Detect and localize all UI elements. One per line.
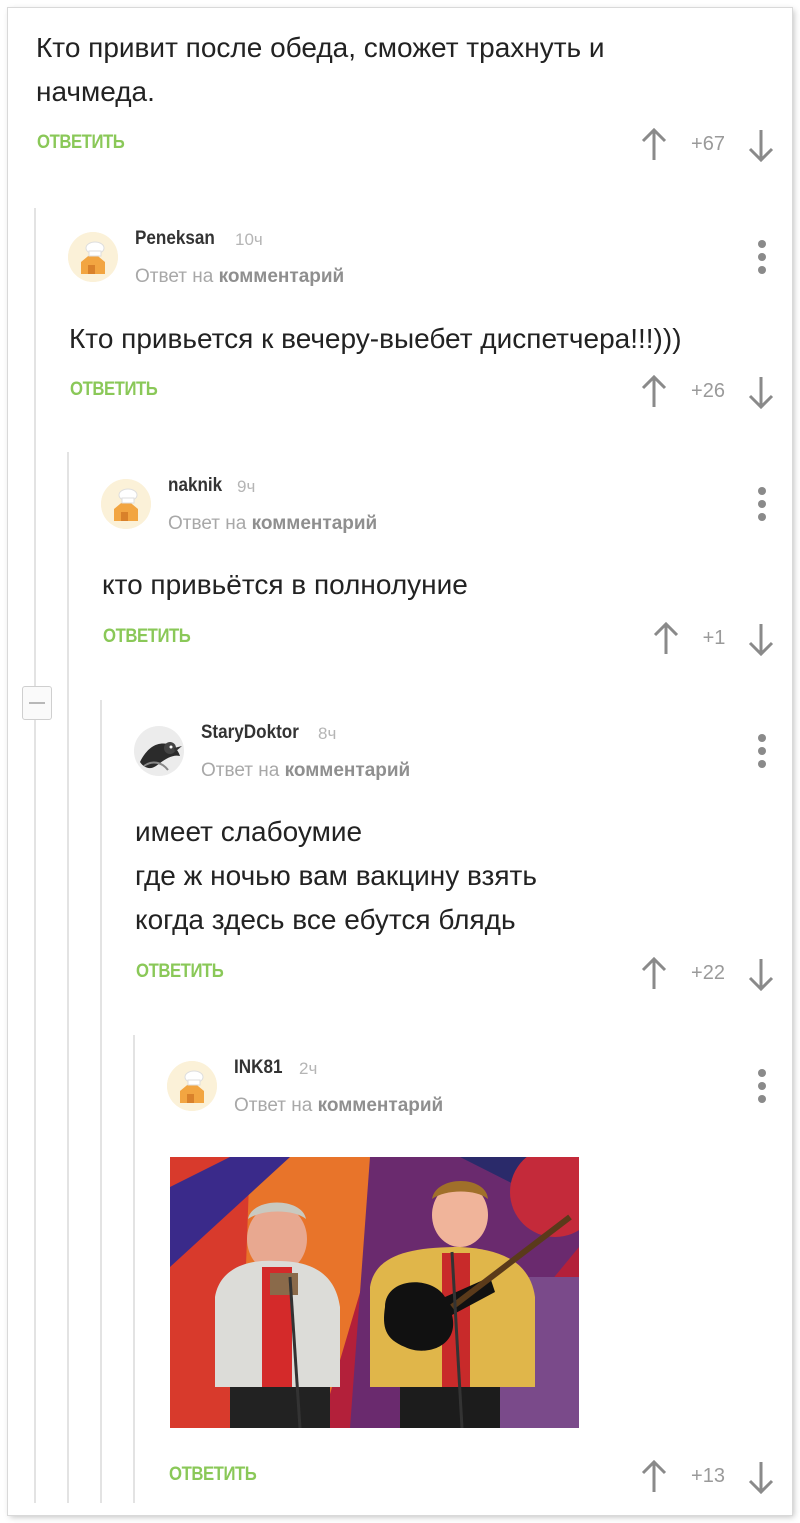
reply-to-info: Ответ на комментарий [135, 266, 344, 288]
reply-to-prefix: Ответ на [201, 760, 280, 781]
reply-to-info: Ответ на комментарий [234, 1095, 443, 1117]
downvote-arrow-icon[interactable] [748, 128, 774, 162]
downvote-arrow-icon[interactable] [748, 1460, 774, 1494]
upvote-arrow-icon[interactable] [641, 957, 667, 991]
comment-time: 10ч [235, 230, 263, 249]
reply-to-prefix: Ответ на [234, 1095, 313, 1116]
thread-line-level-1[interactable] [34, 208, 36, 1503]
username[interactable]: naknik [168, 475, 222, 497]
upvote-arrow-icon[interactable] [641, 128, 667, 162]
downvote-arrow-icon[interactable] [748, 622, 774, 656]
reply-button[interactable]: ОТВЕТИТЬ [136, 961, 224, 983]
comment-time: 2ч [299, 1059, 318, 1078]
rating-score: +22 [691, 962, 725, 984]
comment-text: кто привьётся в полнолуние [102, 569, 468, 600]
upvote-arrow-icon[interactable] [653, 622, 679, 656]
reply-to-prefix: Ответ на [135, 266, 214, 287]
reply-to-link[interactable]: комментарий [285, 760, 411, 781]
upvote-arrow-icon[interactable] [641, 1460, 667, 1494]
username[interactable]: Peneksan [135, 228, 215, 250]
thread-line-level-2[interactable] [67, 452, 69, 1503]
avatar[interactable] [134, 726, 184, 776]
rating-score: +1 [702, 627, 726, 649]
collapse-thread-icon[interactable] [22, 686, 52, 720]
reply-button[interactable]: ОТВЕТИТЬ [37, 132, 125, 154]
rating-score: +67 [691, 133, 725, 155]
avatar[interactable] [68, 232, 118, 282]
comment-text: имеет слабоумие где ж ночью вам вакцину … [135, 816, 537, 935]
comment-text: Кто привит после обеда, сможет трахнуть … [36, 32, 605, 107]
upvote-arrow-icon[interactable] [641, 375, 667, 409]
reply-button[interactable]: ОТВЕТИТЬ [169, 1464, 257, 1486]
thread-line-level-4[interactable] [133, 1035, 135, 1503]
comment-time: 8ч [318, 724, 337, 743]
thread-line-level-3[interactable] [100, 700, 102, 1503]
downvote-arrow-icon[interactable] [748, 957, 774, 991]
reply-button[interactable]: ОТВЕТИТЬ [70, 379, 158, 401]
avatar[interactable] [101, 479, 151, 529]
reply-to-link[interactable]: комментарий [252, 513, 378, 534]
reply-button[interactable]: ОТВЕТИТЬ [103, 626, 191, 648]
reply-to-link[interactable]: комментарий [318, 1095, 444, 1116]
reply-to-info: Ответ на комментарий [201, 760, 410, 782]
more-options-icon[interactable] [757, 1069, 767, 1103]
more-options-icon[interactable] [757, 487, 767, 521]
more-options-icon[interactable] [757, 734, 767, 768]
reply-to-prefix: Ответ на [168, 513, 247, 534]
more-options-icon[interactable] [757, 240, 767, 274]
comment-image[interactable] [170, 1157, 579, 1428]
rating-score: +13 [691, 1465, 725, 1487]
comment-text: Кто привьется к вечеру-выебет диспетчера… [69, 323, 682, 354]
reply-to-link[interactable]: комментарий [219, 266, 345, 287]
avatar[interactable] [167, 1061, 217, 1111]
comment-time: 9ч [237, 477, 256, 496]
username[interactable]: StaryDoktor [201, 722, 299, 744]
reply-to-info: Ответ на комментарий [168, 513, 377, 535]
downvote-arrow-icon[interactable] [748, 375, 774, 409]
username[interactable]: INK81 [234, 1057, 282, 1079]
rating-score: +26 [691, 380, 725, 402]
